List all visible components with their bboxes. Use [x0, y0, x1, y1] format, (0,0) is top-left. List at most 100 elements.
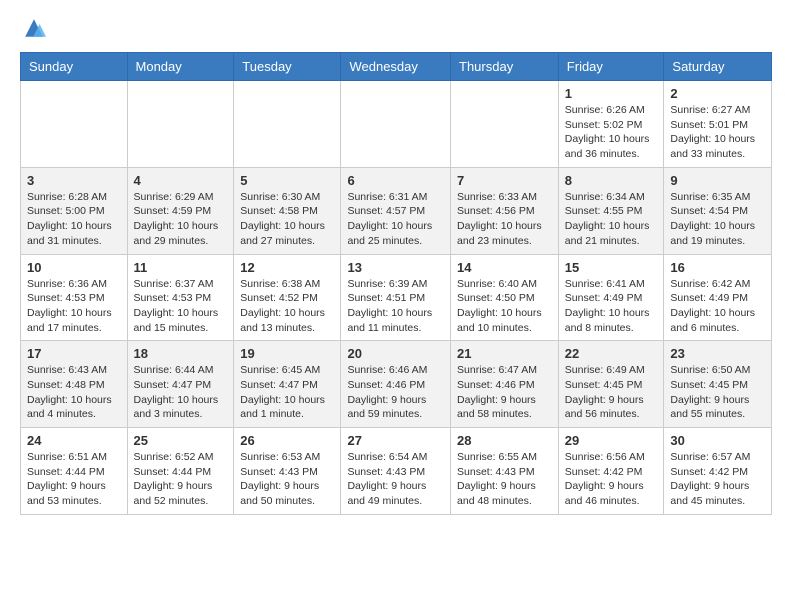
day-info: Sunrise: 6:30 AM Sunset: 4:58 PM Dayligh…: [240, 190, 334, 249]
calendar-cell: 1 Sunrise: 6:26 AM Sunset: 5:02 PM Daylig…: [558, 81, 664, 168]
calendar-cell: [341, 81, 451, 168]
day-number: 29: [565, 433, 658, 448]
day-number: 3: [27, 173, 121, 188]
header-row: SundayMondayTuesdayWednesdayThursdayFrid…: [21, 53, 772, 81]
day-number: 21: [457, 346, 552, 361]
calendar-cell: 6 Sunrise: 6:31 AM Sunset: 4:57 PM Daylig…: [341, 167, 451, 254]
day-number: 10: [27, 260, 121, 275]
day-info: Sunrise: 6:51 AM Sunset: 4:44 PM Dayligh…: [27, 450, 121, 509]
calendar-cell: 17 Sunrise: 6:43 AM Sunset: 4:48 PM Dayli…: [21, 341, 128, 428]
week-row-2: 3Sunrise: 6:28 AM Sunset: 5:00 PM Daylig…: [21, 167, 772, 254]
day-number: 5: [240, 173, 334, 188]
day-header-sunday: Sunday: [21, 53, 128, 81]
calendar-cell: 4 Sunrise: 6:29 AM Sunset: 4:59 PM Daylig…: [127, 167, 234, 254]
day-number: 4: [134, 173, 228, 188]
calendar-cell: 14 Sunrise: 6:40 AM Sunset: 4:50 PM Dayli…: [451, 254, 559, 341]
day-number: 22: [565, 346, 658, 361]
logo-text: [20, 16, 46, 40]
day-info: Sunrise: 6:27 AM Sunset: 5:01 PM Dayligh…: [670, 103, 765, 162]
calendar-cell: 12Sunrise: 6:38 AM Sunset: 4:52 PM Dayli…: [234, 254, 341, 341]
day-number: 8: [565, 173, 658, 188]
day-info: Sunrise: 6:31 AM Sunset: 4:57 PM Dayligh…: [347, 190, 444, 249]
calendar-cell: [127, 81, 234, 168]
day-info: Sunrise: 6:37 AM Sunset: 4:53 PM Dayligh…: [134, 277, 228, 336]
day-info: Sunrise: 6:53 AM Sunset: 4:43 PM Dayligh…: [240, 450, 334, 509]
day-number: 26: [240, 433, 334, 448]
calendar-cell: 18Sunrise: 6:44 AM Sunset: 4:47 PM Dayli…: [127, 341, 234, 428]
calendar-cell: 27 Sunrise: 6:54 AM Sunset: 4:43 PM Dayli…: [341, 428, 451, 515]
calendar-cell: 21 Sunrise: 6:47 AM Sunset: 4:46 PM Dayli…: [451, 341, 559, 428]
header: [20, 16, 772, 40]
day-number: 13: [347, 260, 444, 275]
day-number: 7: [457, 173, 552, 188]
calendar-cell: 3Sunrise: 6:28 AM Sunset: 5:00 PM Daylig…: [21, 167, 128, 254]
calendar-cell: 10 Sunrise: 6:36 AM Sunset: 4:53 PM Dayli…: [21, 254, 128, 341]
calendar-cell: 15 Sunrise: 6:41 AM Sunset: 4:49 PM Dayli…: [558, 254, 664, 341]
calendar-cell: 20 Sunrise: 6:46 AM Sunset: 4:46 PM Dayli…: [341, 341, 451, 428]
day-number: 2: [670, 86, 765, 101]
day-number: 1: [565, 86, 658, 101]
day-number: 17: [27, 346, 121, 361]
logo: [20, 16, 46, 40]
calendar-cell: [234, 81, 341, 168]
day-info: Sunrise: 6:49 AM Sunset: 4:45 PM Dayligh…: [565, 363, 658, 422]
calendar-cell: 11 Sunrise: 6:37 AM Sunset: 4:53 PM Dayli…: [127, 254, 234, 341]
day-info: Sunrise: 6:34 AM Sunset: 4:55 PM Dayligh…: [565, 190, 658, 249]
day-number: 24: [27, 433, 121, 448]
week-row-5: 24 Sunrise: 6:51 AM Sunset: 4:44 PM Dayli…: [21, 428, 772, 515]
calendar-cell: 7Sunrise: 6:33 AM Sunset: 4:56 PM Daylig…: [451, 167, 559, 254]
day-info: Sunrise: 6:46 AM Sunset: 4:46 PM Dayligh…: [347, 363, 444, 422]
calendar-cell: [21, 81, 128, 168]
calendar-cell: 5 Sunrise: 6:30 AM Sunset: 4:58 PM Daylig…: [234, 167, 341, 254]
day-info: Sunrise: 6:39 AM Sunset: 4:51 PM Dayligh…: [347, 277, 444, 336]
day-number: 9: [670, 173, 765, 188]
calendar-table: SundayMondayTuesdayWednesdayThursdayFrid…: [20, 52, 772, 515]
day-info: Sunrise: 6:55 AM Sunset: 4:43 PM Dayligh…: [457, 450, 552, 509]
day-info: Sunrise: 6:42 AM Sunset: 4:49 PM Dayligh…: [670, 277, 765, 336]
day-info: Sunrise: 6:43 AM Sunset: 4:48 PM Dayligh…: [27, 363, 121, 422]
day-number: 30: [670, 433, 765, 448]
day-info: Sunrise: 6:54 AM Sunset: 4:43 PM Dayligh…: [347, 450, 444, 509]
day-number: 18: [134, 346, 228, 361]
day-info: Sunrise: 6:38 AM Sunset: 4:52 PM Dayligh…: [240, 277, 334, 336]
day-info: Sunrise: 6:47 AM Sunset: 4:46 PM Dayligh…: [457, 363, 552, 422]
calendar-cell: 13 Sunrise: 6:39 AM Sunset: 4:51 PM Dayli…: [341, 254, 451, 341]
day-number: 20: [347, 346, 444, 361]
day-number: 15: [565, 260, 658, 275]
day-header-wednesday: Wednesday: [341, 53, 451, 81]
day-header-thursday: Thursday: [451, 53, 559, 81]
calendar-cell: 26 Sunrise: 6:53 AM Sunset: 4:43 PM Dayli…: [234, 428, 341, 515]
day-number: 14: [457, 260, 552, 275]
calendar-cell: 9Sunrise: 6:35 AM Sunset: 4:54 PM Daylig…: [664, 167, 772, 254]
calendar-cell: 23 Sunrise: 6:50 AM Sunset: 4:45 PM Dayli…: [664, 341, 772, 428]
day-header-monday: Monday: [127, 53, 234, 81]
calendar-cell: 30Sunrise: 6:57 AM Sunset: 4:42 PM Dayli…: [664, 428, 772, 515]
calendar-cell: [451, 81, 559, 168]
day-number: 23: [670, 346, 765, 361]
day-info: Sunrise: 6:29 AM Sunset: 4:59 PM Dayligh…: [134, 190, 228, 249]
day-number: 28: [457, 433, 552, 448]
day-header-friday: Friday: [558, 53, 664, 81]
day-info: Sunrise: 6:52 AM Sunset: 4:44 PM Dayligh…: [134, 450, 228, 509]
day-info: Sunrise: 6:56 AM Sunset: 4:42 PM Dayligh…: [565, 450, 658, 509]
day-number: 25: [134, 433, 228, 448]
day-number: 19: [240, 346, 334, 361]
calendar-cell: 25 Sunrise: 6:52 AM Sunset: 4:44 PM Dayli…: [127, 428, 234, 515]
day-header-tuesday: Tuesday: [234, 53, 341, 81]
day-info: Sunrise: 6:36 AM Sunset: 4:53 PM Dayligh…: [27, 277, 121, 336]
calendar-cell: 22 Sunrise: 6:49 AM Sunset: 4:45 PM Dayli…: [558, 341, 664, 428]
day-number: 11: [134, 260, 228, 275]
calendar-cell: 16Sunrise: 6:42 AM Sunset: 4:49 PM Dayli…: [664, 254, 772, 341]
day-number: 27: [347, 433, 444, 448]
day-info: Sunrise: 6:26 AM Sunset: 5:02 PM Dayligh…: [565, 103, 658, 162]
calendar-cell: 2 Sunrise: 6:27 AM Sunset: 5:01 PM Daylig…: [664, 81, 772, 168]
day-info: Sunrise: 6:40 AM Sunset: 4:50 PM Dayligh…: [457, 277, 552, 336]
day-number: 6: [347, 173, 444, 188]
day-info: Sunrise: 6:50 AM Sunset: 4:45 PM Dayligh…: [670, 363, 765, 422]
calendar-cell: 19Sunrise: 6:45 AM Sunset: 4:47 PM Dayli…: [234, 341, 341, 428]
calendar-cell: 24 Sunrise: 6:51 AM Sunset: 4:44 PM Dayli…: [21, 428, 128, 515]
day-header-saturday: Saturday: [664, 53, 772, 81]
week-row-3: 10 Sunrise: 6:36 AM Sunset: 4:53 PM Dayli…: [21, 254, 772, 341]
day-info: Sunrise: 6:41 AM Sunset: 4:49 PM Dayligh…: [565, 277, 658, 336]
calendar-cell: 29 Sunrise: 6:56 AM Sunset: 4:42 PM Dayli…: [558, 428, 664, 515]
